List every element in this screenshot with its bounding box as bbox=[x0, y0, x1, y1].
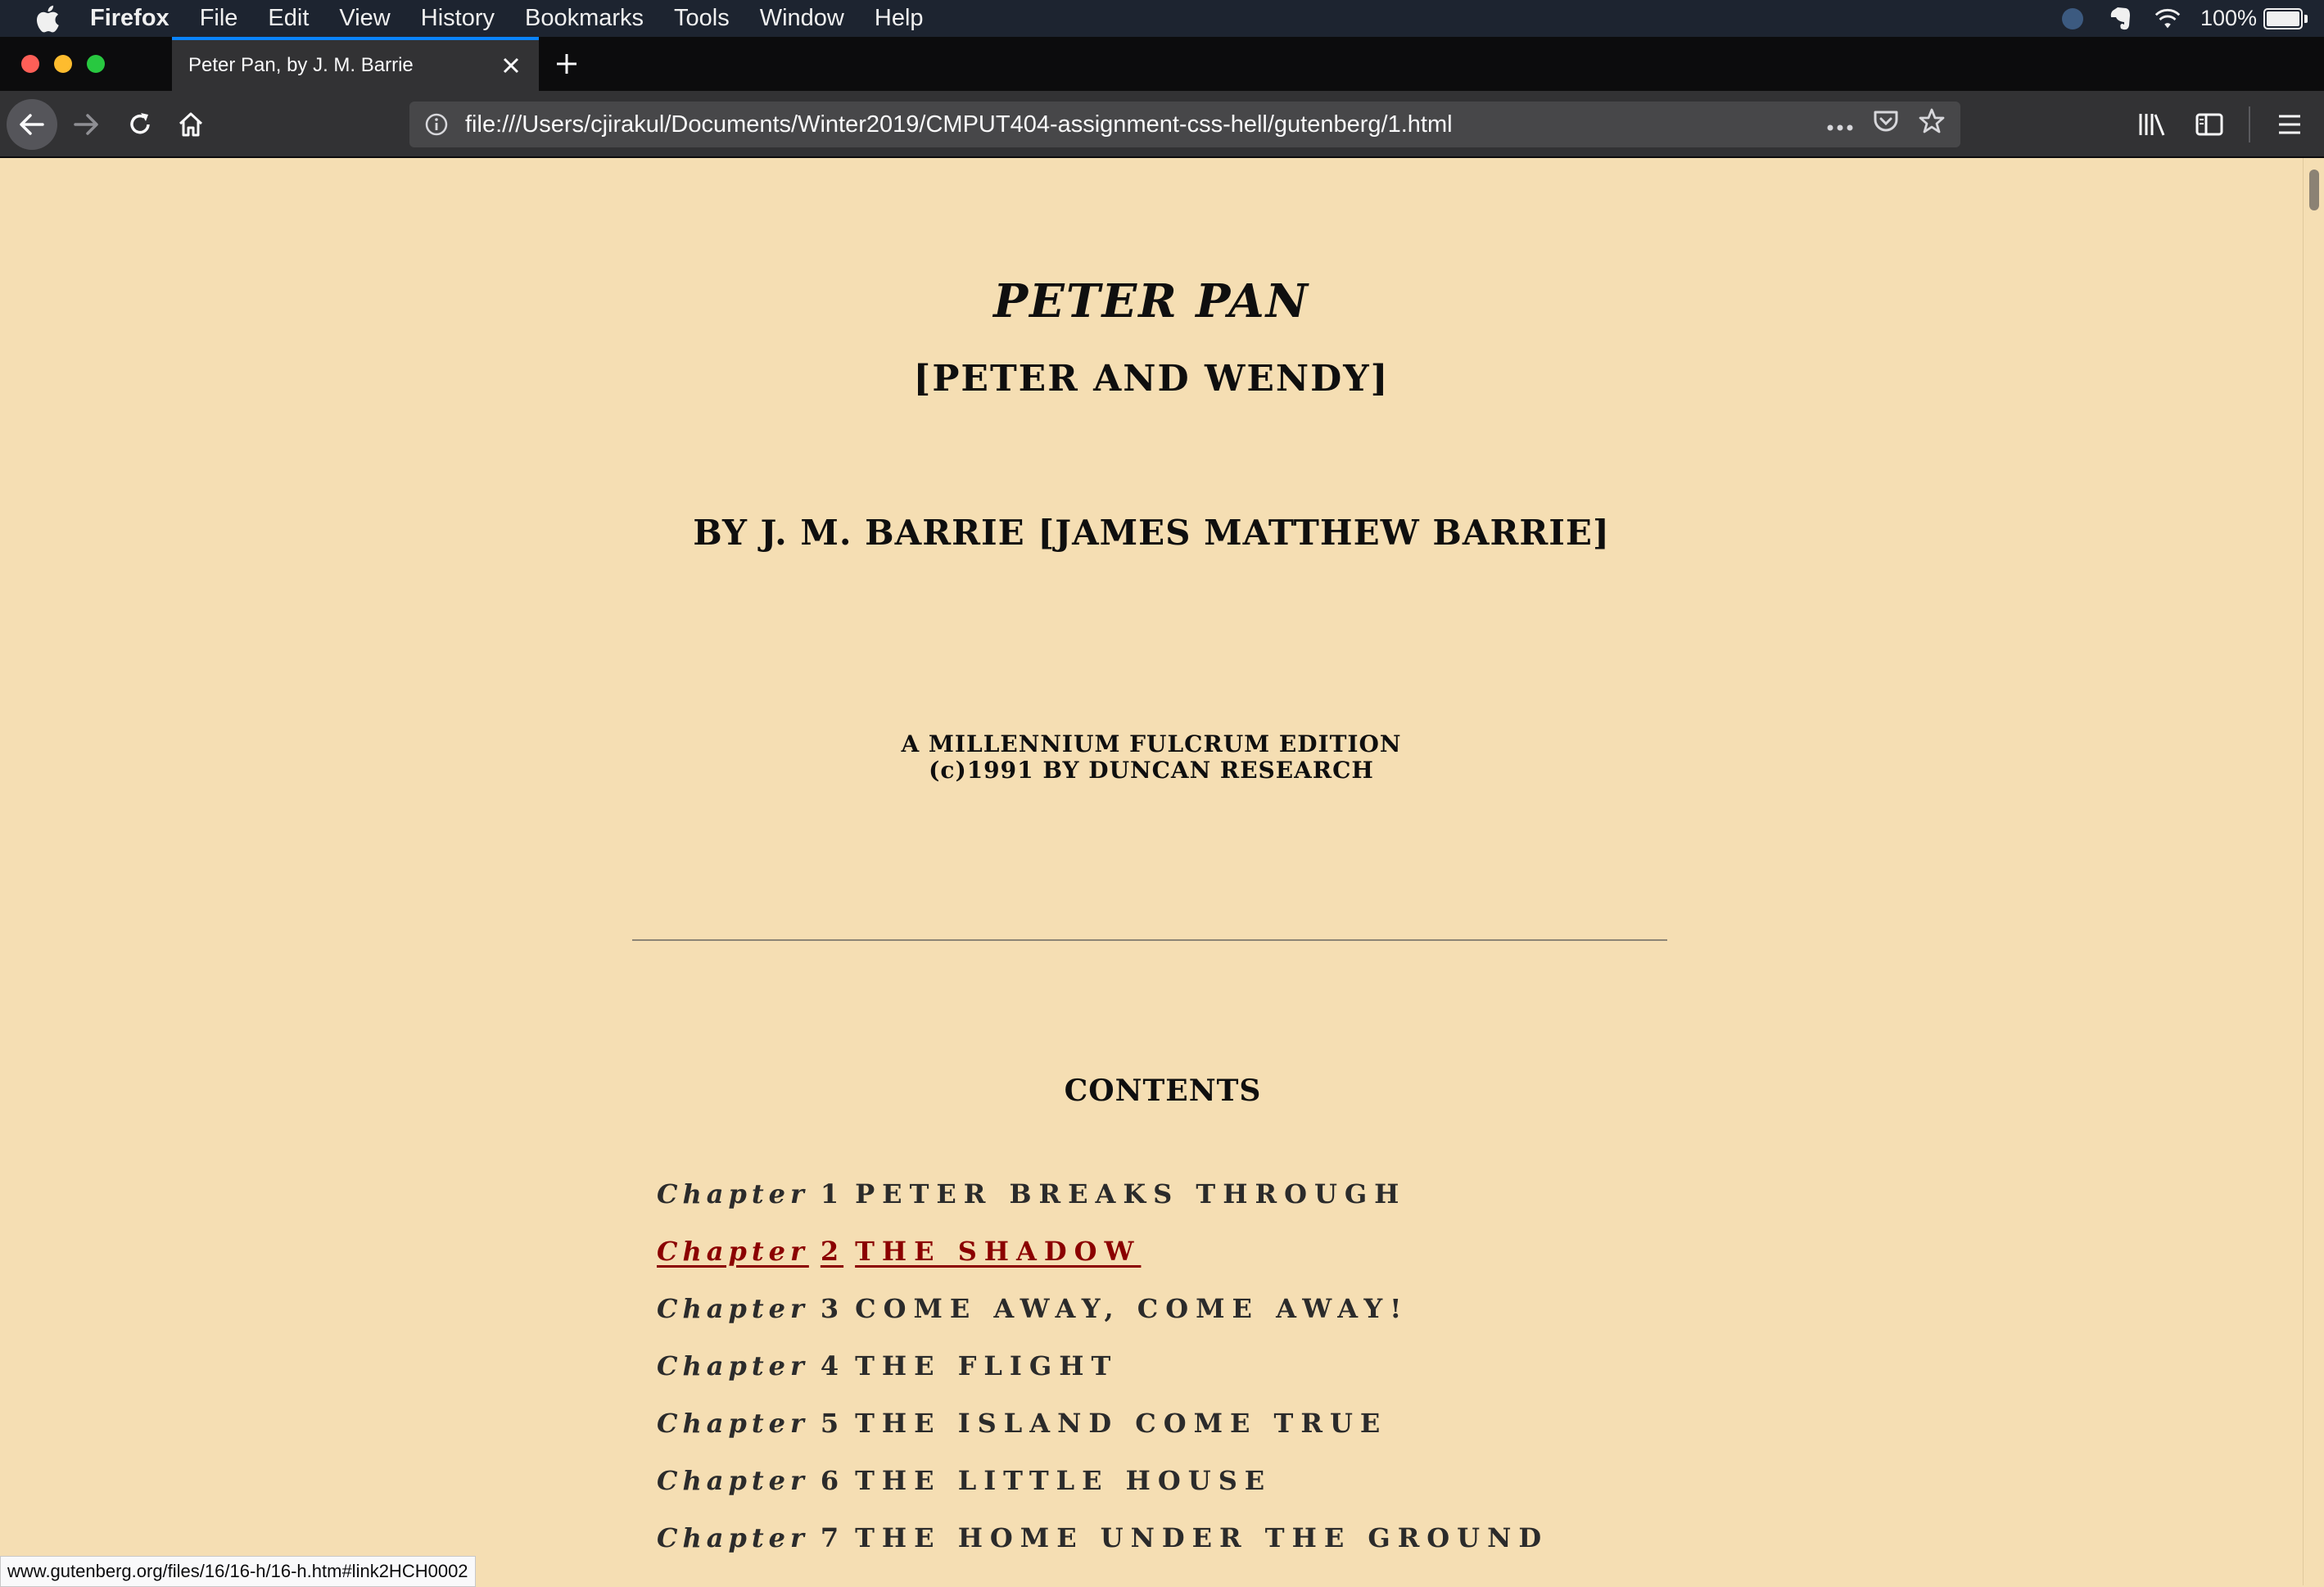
chapter-number: 2 bbox=[820, 1236, 844, 1267]
new-tab-icon[interactable] bbox=[550, 47, 583, 80]
chapter-number: 1 bbox=[820, 1178, 844, 1209]
chapter-label: Chapter bbox=[657, 1350, 809, 1381]
chapter-label: Chapter bbox=[657, 1465, 809, 1496]
chapter-label: Chapter bbox=[657, 1178, 809, 1209]
chapter-label: Chapter bbox=[657, 1293, 809, 1324]
book-title: PETER PAN bbox=[993, 274, 1309, 328]
window-controls bbox=[21, 55, 169, 73]
battery-fill bbox=[2267, 11, 2299, 26]
nav-toolbar: file:///Users/cjirakul/Documents/Winter2… bbox=[0, 91, 2324, 158]
chapter-name: THE LITTLE HOUSE bbox=[855, 1465, 1273, 1496]
menu-help[interactable]: Help bbox=[875, 5, 924, 32]
chapter-number: 4 bbox=[820, 1350, 844, 1381]
info-icon[interactable] bbox=[423, 111, 450, 138]
chapter-number: 3 bbox=[820, 1293, 844, 1324]
edition-info: A MILLENNIUM FULCRUM EDITION (c)1991 BY … bbox=[0, 731, 2303, 784]
apple-icon[interactable] bbox=[31, 2, 64, 35]
menu-file[interactable]: File bbox=[200, 5, 238, 32]
edition-line-2: (c)1991 BY DUNCAN RESEARCH bbox=[929, 757, 1374, 784]
pocket-icon[interactable] bbox=[1872, 107, 1900, 142]
scrollbar-thumb[interactable] bbox=[2309, 170, 2319, 210]
menu-app-firefox[interactable]: Firefox bbox=[90, 5, 170, 32]
battery-percent: 100% bbox=[2200, 6, 2257, 30]
menu-view[interactable]: View bbox=[339, 5, 390, 32]
menu-tools[interactable]: Tools bbox=[674, 5, 730, 32]
chapter-label: Chapter bbox=[657, 1522, 809, 1553]
toc-link-chapter-7[interactable]: Chapter 7 THE HOME UNDER THE GROUND bbox=[657, 1509, 1549, 1567]
link-status-bar: www.gutenberg.org/files/16/16-h/16-h.htm… bbox=[0, 1556, 476, 1587]
close-tab-icon[interactable] bbox=[495, 49, 527, 82]
siri-icon[interactable] bbox=[2058, 4, 2087, 34]
vertical-scrollbar[interactable] bbox=[2303, 158, 2324, 1585]
close-window-button[interactable] bbox=[21, 55, 39, 73]
toc-link-chapter-5[interactable]: Chapter 5 THE ISLAND COME TRUE bbox=[657, 1395, 1549, 1452]
book-subtitle: [PETER AND WENDY] bbox=[913, 358, 1390, 400]
toc-link-chapter-2[interactable]: Chapter 2 THE SHADOW bbox=[657, 1223, 1549, 1280]
reload-button[interactable] bbox=[115, 99, 165, 150]
back-button[interactable] bbox=[7, 99, 57, 150]
menu-bar: Firefox File Edit View History Bookmarks… bbox=[0, 0, 2324, 37]
page-viewport: PETER PAN [PETER AND WENDY] BY J. M. BAR… bbox=[0, 158, 2303, 1585]
sidebar-icon[interactable] bbox=[2191, 106, 2227, 142]
toc-link-chapter-6[interactable]: Chapter 6 THE LITTLE HOUSE bbox=[657, 1452, 1549, 1509]
battery-icon bbox=[2263, 7, 2303, 29]
library-icon[interactable] bbox=[2134, 106, 2170, 142]
page-actions-icon[interactable] bbox=[1826, 111, 1854, 138]
chapter-label: Chapter bbox=[657, 1408, 809, 1439]
toolbar-separator bbox=[2249, 106, 2250, 142]
chapter-number: 6 bbox=[820, 1465, 844, 1496]
toolbar-right bbox=[2134, 99, 2308, 150]
zoom-window-button[interactable] bbox=[87, 55, 105, 73]
edition-line-1: A MILLENNIUM FULCRUM EDITION bbox=[901, 730, 1402, 757]
menu-edit[interactable]: Edit bbox=[268, 5, 309, 32]
home-button[interactable] bbox=[165, 99, 216, 150]
hamburger-menu-icon[interactable] bbox=[2272, 106, 2308, 142]
forward-button[interactable] bbox=[61, 99, 111, 150]
chapter-name: THE HOME UNDER THE GROUND bbox=[855, 1522, 1549, 1553]
menu-window[interactable]: Window bbox=[760, 5, 844, 32]
chapter-name: PETER BREAKS THROUGH bbox=[855, 1178, 1407, 1209]
evernote-icon[interactable] bbox=[2105, 4, 2135, 34]
book-author: BY J. M. BARRIE [JAMES MATTHEW BARRIE] bbox=[693, 513, 1610, 553]
url-bar[interactable]: file:///Users/cjirakul/Documents/Winter2… bbox=[409, 102, 1960, 147]
chapter-label: Chapter bbox=[657, 1236, 809, 1267]
toc-link-chapter-3[interactable]: Chapter 3 COME AWAY, COME AWAY! bbox=[657, 1280, 1549, 1337]
battery-tip bbox=[2304, 14, 2308, 23]
chapter-name: THE FLIGHT bbox=[855, 1350, 1119, 1381]
chapter-name: THE ISLAND COME TRUE bbox=[855, 1408, 1388, 1439]
battery-indicator[interactable]: 100% bbox=[2200, 6, 2308, 31]
chapter-number: 7 bbox=[820, 1522, 844, 1553]
chapter-name: THE SHADOW bbox=[855, 1236, 1142, 1267]
menu-bookmarks[interactable]: Bookmarks bbox=[525, 5, 644, 32]
tab-strip: Peter Pan, by J. M. Barrie bbox=[0, 37, 2324, 91]
toc-link-chapter-4[interactable]: Chapter 4 THE FLIGHT bbox=[657, 1337, 1549, 1395]
minimize-window-button[interactable] bbox=[54, 55, 72, 73]
chapter-name: COME AWAY, COME AWAY! bbox=[855, 1293, 1409, 1324]
horizontal-rule bbox=[632, 939, 1667, 941]
menu-history[interactable]: History bbox=[421, 5, 495, 32]
tab-active[interactable]: Peter Pan, by J. M. Barrie bbox=[172, 37, 539, 91]
bookmark-star-icon[interactable] bbox=[1918, 107, 1946, 142]
url-actions bbox=[1826, 107, 1946, 142]
url-text[interactable]: file:///Users/cjirakul/Documents/Winter2… bbox=[465, 111, 1826, 138]
chapter-number: 5 bbox=[820, 1408, 844, 1439]
toc-link-chapter-1[interactable]: Chapter 1 PETER BREAKS THROUGH bbox=[657, 1165, 1549, 1223]
table-of-contents: Chapter 1 PETER BREAKS THROUGH Chapter 2 THE… bbox=[657, 1165, 1549, 1567]
contents-heading: CONTENTS bbox=[1064, 1074, 1262, 1108]
wifi-icon[interactable] bbox=[2153, 4, 2182, 34]
tab-title: Peter Pan, by J. M. Barrie bbox=[188, 54, 414, 76]
